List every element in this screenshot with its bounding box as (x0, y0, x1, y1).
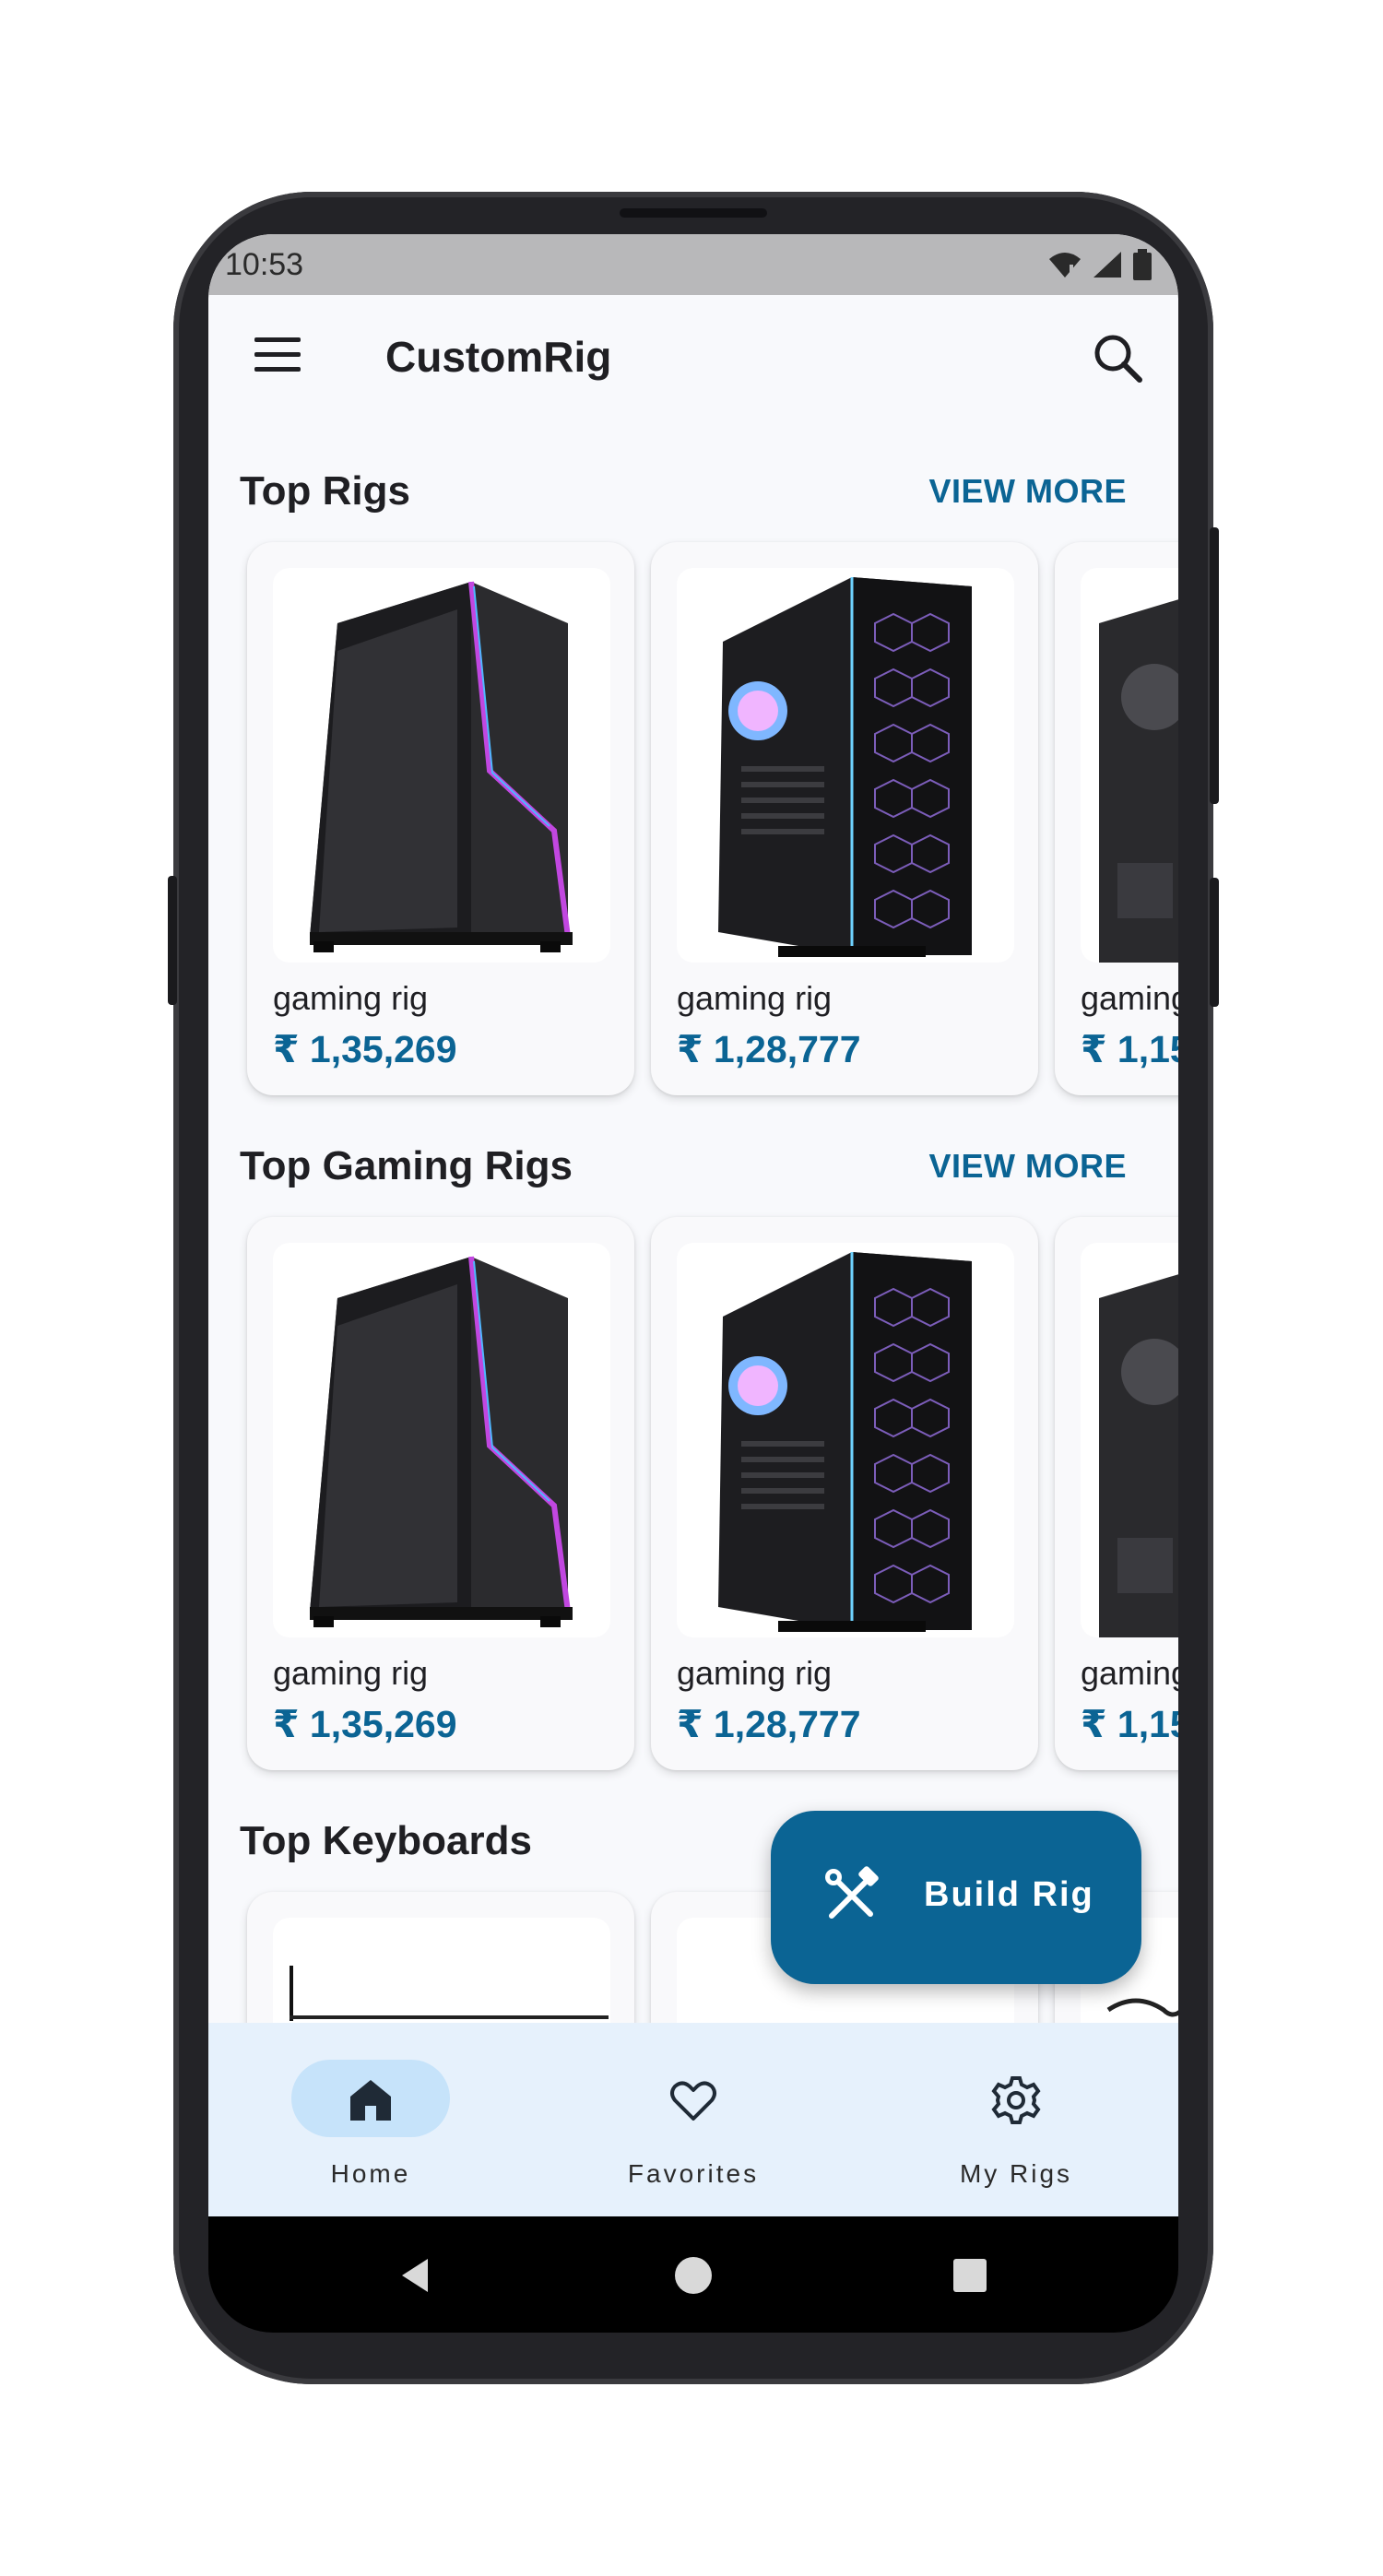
status-time: 10:53 (225, 246, 304, 282)
home-icon (350, 2080, 391, 2121)
speaker-grille (620, 208, 767, 218)
product-image (1081, 568, 1178, 963)
build-rig-button[interactable]: Build Rig (771, 1811, 1141, 1984)
product-card[interactable]: gaming rig ₹ 1,35,269 (247, 542, 634, 1095)
menu-icon[interactable] (253, 334, 304, 376)
battery-icon (1133, 249, 1152, 280)
product-price: ₹ 1,28,777 (677, 1028, 861, 1070)
section-top-rigs: Top Rigs VIEW MORE gaming rig ₹ 1,35,269 (208, 468, 1178, 1095)
back-icon[interactable] (393, 2253, 437, 2298)
wifi-icon (1049, 253, 1081, 278)
product-name: gaming rig (1081, 1654, 1178, 1692)
build-rig-label: Build Rig (924, 1875, 1094, 1914)
signal-icon (1093, 252, 1121, 278)
side-button (1210, 878, 1219, 1007)
nav-item-my-rigs[interactable]: My Rigs (896, 2060, 1136, 2189)
view-more-link[interactable]: VIEW MORE (928, 1147, 1127, 1186)
tools-icon (825, 1866, 879, 1919)
product-image (1081, 1243, 1178, 1637)
product-card[interactable]: gaming rig ₹ 1,15 (1055, 1217, 1178, 1770)
product-name: gaming rig (273, 1654, 429, 1692)
status-bar: 10:53 (208, 234, 1178, 295)
nav-label: Home (330, 2159, 411, 2188)
side-button (168, 876, 177, 1005)
product-price: ₹ 1,15 (1081, 1703, 1178, 1745)
product-name: gaming rig (677, 979, 833, 1017)
product-image (677, 568, 1014, 963)
side-button (1210, 527, 1219, 804)
search-icon[interactable] (1092, 332, 1143, 384)
nav-label: My Rigs (959, 2159, 1073, 2188)
product-name: gaming rig (677, 1654, 833, 1692)
product-card[interactable]: gaming rig ₹ 1,28,777 (651, 542, 1038, 1095)
nav-label: Favorites (627, 2159, 760, 2188)
heart-icon (670, 2081, 716, 2121)
view-more-link[interactable]: VIEW MORE (928, 472, 1127, 511)
section-title: Top Keyboards (240, 1818, 533, 1863)
section-title: Top Gaming Rigs (240, 1143, 573, 1188)
system-navigation-bar (208, 2216, 1178, 2333)
product-image (273, 568, 610, 963)
app-bar: CustomRig (208, 295, 1178, 415)
product-card[interactable]: gaming rig ₹ 1,35,269 (247, 1217, 634, 1770)
status-icons (1047, 249, 1152, 280)
product-name: gaming rig (273, 979, 429, 1017)
nav-item-favorites[interactable]: Favorites (573, 2060, 813, 2189)
product-price: ₹ 1,28,777 (677, 1703, 861, 1745)
home-circle-icon[interactable] (671, 2253, 715, 2298)
section-title: Top Rigs (240, 468, 410, 514)
product-name: gaming rig (1081, 979, 1178, 1017)
app-title: CustomRig (385, 333, 612, 381)
product-card[interactable]: gaming rig ₹ 1,15 (1055, 542, 1178, 1095)
screen: 10:53 CustomRig Top Rigs VIEW MORE gamin… (208, 234, 1178, 2216)
product-price: ₹ 1,35,269 (273, 1028, 457, 1070)
recents-icon[interactable] (948, 2253, 992, 2298)
product-price: ₹ 1,35,269 (273, 1703, 457, 1745)
product-image (677, 1243, 1014, 1637)
product-card[interactable]: gaming rig ₹ 1,28,777 (651, 1217, 1038, 1770)
section-top-gaming-rigs: Top Gaming Rigs VIEW MORE gaming rig ₹ 1… (208, 1143, 1178, 1770)
nav-item-home[interactable]: Home (251, 2060, 491, 2189)
product-price: ₹ 1,15 (1081, 1028, 1178, 1070)
gear-icon (991, 2076, 1041, 2124)
product-image (273, 1243, 610, 1637)
bottom-navigation: Home Favorites My Rigs (208, 2023, 1178, 2216)
